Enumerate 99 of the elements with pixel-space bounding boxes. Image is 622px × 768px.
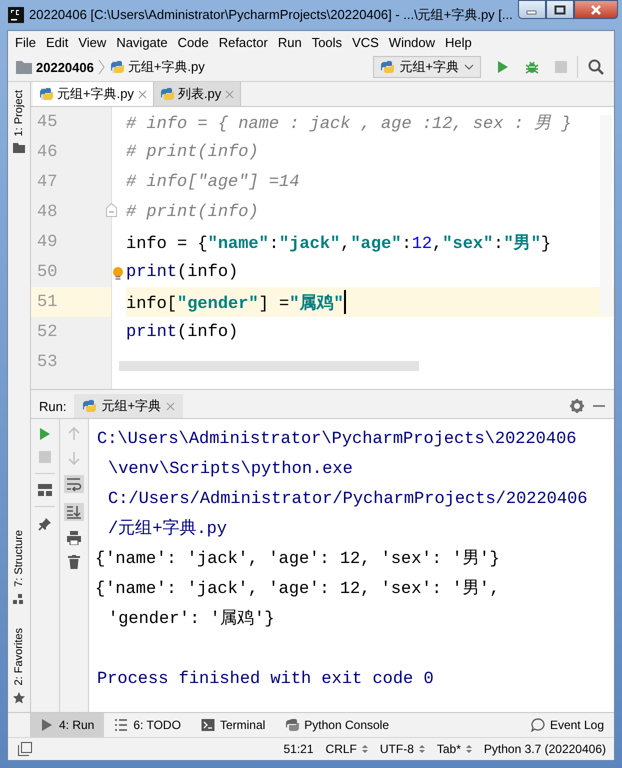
chevron-icon	[98, 59, 106, 75]
console-line: /元组+字典.py	[108, 518, 228, 541]
menu-item[interactable]: Help	[440, 34, 477, 50]
close-button[interactable]	[574, 0, 618, 19]
code-line: info["gender"] ="属鸡"	[126, 293, 344, 314]
console-line: C:\Users\Administrator\PycharmProjects\20220406	[97, 429, 576, 451]
run-tab[interactable]: 元组+字典	[74, 394, 184, 418]
window-title: 20220406 [C:\Users\Administrator\PycharmProjects\20220406] - ...\元组+字典.py [...	[29, 6, 513, 24]
menu-item[interactable]: Window	[384, 34, 440, 50]
python-file-icon	[39, 87, 53, 101]
code-line: print(info)	[126, 262, 238, 282]
console-line: {'name': 'jack', 'age': 12, 'sex': '男',	[95, 578, 500, 601]
tool-window-button[interactable]: 6: TODO	[104, 713, 191, 737]
horizontal-scrollbar[interactable]	[119, 361, 419, 371]
menu-item[interactable]: Edit	[40, 34, 74, 50]
soft-wrap-toggle[interactable]	[64, 475, 84, 493]
folder-icon[interactable]	[13, 143, 25, 154]
print-icon[interactable]	[67, 531, 81, 545]
up-down-arrows-icon[interactable]	[418, 744, 425, 754]
line-number: 52	[37, 322, 58, 342]
code-line: # info["age"] =14	[126, 172, 300, 192]
line-number: 47	[37, 172, 58, 192]
tool-window-button[interactable]: Terminal	[190, 713, 276, 737]
tool-window-button[interactable]: Python Console	[275, 713, 400, 737]
code-line: print(info)	[126, 322, 238, 342]
caret-icon	[464, 64, 474, 70]
settings-icon[interactable]	[570, 399, 584, 413]
folder-icon	[16, 60, 32, 74]
console-line: \venv\Scripts\python.exe	[108, 459, 353, 481]
run-icon[interactable]	[497, 60, 509, 74]
star-icon[interactable]	[13, 692, 25, 704]
line-number: 46	[37, 142, 58, 162]
code-line: # print(info)	[126, 142, 259, 162]
bug-icon[interactable]	[525, 60, 539, 74]
editor-tab[interactable]: 元组+字典.py	[33, 82, 154, 106]
console-line: 'gender': '属鸡'}	[108, 608, 275, 631]
editor-tab[interactable]: 列表.py	[154, 82, 242, 106]
speech-bubble-icon	[530, 718, 545, 732]
play-icon	[40, 718, 54, 732]
side-tool-button[interactable]: 7: Structure	[13, 528, 25, 589]
console-line: C:/Users/Administrator/PycharmProjects/20220406	[108, 489, 588, 511]
line-number: 51	[37, 292, 58, 312]
code-line: # print(info)	[126, 202, 259, 222]
terminal-icon	[200, 718, 215, 732]
code-line: # info = { name : jack , age :12, sex : 男 }	[126, 114, 572, 134]
status-item[interactable]: Python 3.7 (20220406)	[484, 742, 606, 756]
python-icon	[285, 718, 300, 732]
python-file-icon	[110, 60, 124, 74]
trash-icon[interactable]	[68, 555, 80, 569]
structure-icon[interactable]	[13, 594, 25, 606]
maximize-button[interactable]	[546, 0, 574, 19]
run-panel-title: Run:	[39, 398, 66, 414]
tool-window-button[interactable]: 4: Run	[30, 713, 104, 737]
up-down-arrows-icon[interactable]	[466, 744, 472, 754]
menu-item[interactable]: Navigate	[111, 34, 173, 50]
python-icon	[82, 399, 96, 413]
menu-item[interactable]: File	[10, 34, 41, 50]
line-number: 50	[37, 262, 58, 282]
rerun-icon[interactable]	[39, 427, 51, 441]
up-down-arrows-icon[interactable]	[362, 744, 368, 754]
line-number: 53	[37, 352, 58, 372]
breadcrumb-item[interactable]: 元组+字典.py	[128, 58, 205, 76]
menu-item[interactable]: Tools	[306, 34, 348, 50]
list-icon	[114, 718, 128, 732]
status-item[interactable]: UTF-8	[380, 742, 425, 756]
breadcrumb-item[interactable]: 20220406	[36, 60, 94, 74]
line-number: 48	[37, 202, 58, 222]
side-tool-button[interactable]: 2: Favorites	[13, 626, 25, 687]
lightbulb-icon[interactable]	[113, 267, 123, 280]
pin-icon[interactable]	[38, 517, 52, 531]
scroll-to-end-toggle[interactable]	[64, 503, 84, 521]
menu-item[interactable]: Run	[272, 34, 307, 50]
console-line: {'name': 'jack', 'age': 12, 'sex': '男'}	[95, 548, 500, 571]
python-file-icon	[160, 87, 174, 101]
close-icon[interactable]	[138, 90, 147, 98]
maximize-icon	[554, 4, 566, 14]
run-configuration-dropdown[interactable]: 元组+字典	[373, 56, 481, 78]
tool-windows-icon[interactable]	[18, 742, 32, 756]
layout-icon[interactable]	[38, 484, 52, 496]
menu-item[interactable]: View	[73, 34, 112, 50]
console-line: Process finished with exit code 0	[97, 669, 434, 691]
status-item[interactable]: 51:21	[284, 742, 314, 756]
project-tool-button[interactable]: 1: Project	[13, 88, 25, 138]
line-number: 49	[37, 232, 58, 252]
minimize-button[interactable]	[518, 0, 546, 19]
close-icon	[590, 4, 602, 14]
menu-item[interactable]: VCS	[347, 34, 384, 50]
menu-item[interactable]: Code	[172, 34, 214, 50]
python-icon	[380, 60, 394, 74]
menu-item[interactable]: Refactor	[214, 34, 273, 50]
search-icon[interactable]	[588, 59, 604, 75]
event-log-button[interactable]: Event Log	[520, 713, 614, 737]
text-caret	[344, 290, 346, 314]
app-logo-icon	[8, 7, 24, 23]
line-number: 45	[37, 112, 58, 132]
fold-marker-icon[interactable]	[106, 203, 117, 217]
status-item[interactable]: CRLF	[326, 742, 368, 756]
code-line: info = {"name":"jack","age":12,"sex":"男"}	[126, 233, 552, 254]
status-item[interactable]: Tab*	[436, 742, 472, 756]
